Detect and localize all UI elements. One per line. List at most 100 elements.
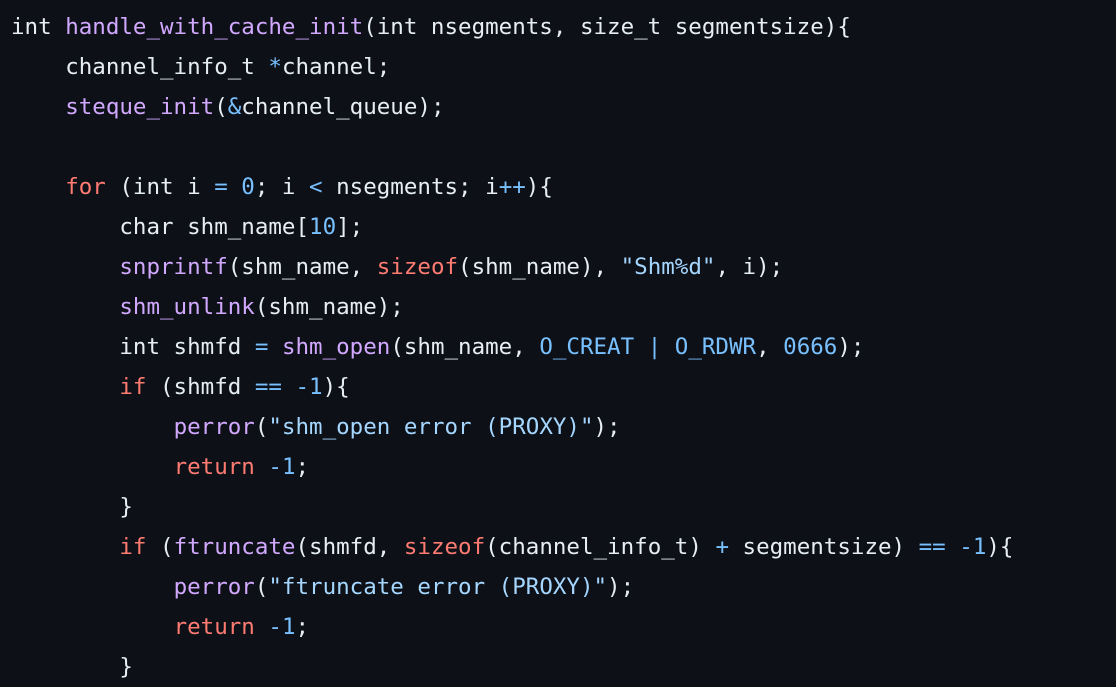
code-function: snprintf <box>119 254 228 280</box>
code-function: shm_unlink <box>119 294 255 320</box>
code-string: "shm_open error (PROXY)" <box>268 414 594 440</box>
code-line: perror("shm_open error (PROXY)"); <box>11 407 1116 447</box>
code-function: perror <box>173 414 255 440</box>
code-text: (channel_info_t) <box>485 534 716 560</box>
code-text: ]; <box>336 214 364 240</box>
code-text: (shm_name); <box>254 294 404 320</box>
code-text: ; i <box>254 174 310 200</box>
code-text: } <box>119 654 133 680</box>
code-text: , <box>756 334 784 360</box>
code-line: perror("ftruncate error (PROXY)"); <box>11 567 1116 607</box>
code-function: shm_open <box>281 334 391 360</box>
code-number: 0 <box>241 174 255 200</box>
code-number: 1 <box>281 454 296 480</box>
code-text: ; <box>295 614 310 640</box>
code-text: nsegments; i <box>322 174 499 200</box>
code-operator: - <box>268 454 282 480</box>
code-text: char shm_name[ <box>119 214 310 240</box>
code-editor[interactable]: int handle_with_cache_init(int nsegments… <box>0 0 1116 684</box>
code-string: "Shm%d" <box>620 254 716 280</box>
code-text: channel; <box>281 54 391 80</box>
code-line: return -1; <box>11 607 1116 647</box>
code-text: ( <box>214 94 228 120</box>
code-number: 1 <box>309 374 323 400</box>
code-function: steque_init <box>65 94 215 120</box>
code-text: ); <box>593 414 621 440</box>
code-line: int shmfd = shm_open(shm_name, O_CREAT |… <box>11 327 1116 367</box>
code-function: perror <box>173 574 255 600</box>
code-keyword: sizeof <box>376 254 459 280</box>
code-line: return -1; <box>11 447 1116 487</box>
code-operator: < <box>309 174 323 200</box>
code-keyword: for <box>65 174 106 200</box>
code-line: int handle_with_cache_init(int nsegments… <box>11 7 1116 47</box>
code-text: ){ <box>322 374 350 400</box>
code-operator: & <box>227 94 242 120</box>
code-operator: == <box>254 374 282 400</box>
code-text: segmentsize) <box>728 534 919 560</box>
code-operator: == <box>918 534 946 560</box>
code-line: char shm_name[10]; <box>11 207 1116 247</box>
code-operator: + <box>715 534 729 560</box>
code-text: ); <box>607 574 635 600</box>
code-operator: - <box>268 614 282 640</box>
code-text: ){ <box>986 534 1014 560</box>
code-text: (int nsegments, size_t segmentsize){ <box>363 14 851 40</box>
code-text: ( <box>146 534 174 560</box>
code-number: O_CREAT <box>539 334 635 360</box>
code-operator: ++ <box>498 174 526 200</box>
code-text: ); <box>837 334 865 360</box>
code-text: (shm_name), <box>458 254 621 280</box>
code-string: "ftruncate error (PROXY)" <box>268 574 608 600</box>
code-text: int shmfd <box>119 334 255 360</box>
code-line: if (ftruncate(shmfd, sizeof(channel_info… <box>11 527 1116 567</box>
code-line: for (int i = 0; i < nsegments; i++){ <box>11 167 1116 207</box>
code-operator: | <box>647 334 662 360</box>
code-text: ( <box>254 414 269 440</box>
code-line: snprintf(shm_name, sizeof(shm_name), "Sh… <box>11 247 1116 287</box>
code-block[interactable]: int handle_with_cache_init(int nsegments… <box>11 7 1116 687</box>
code-text: (int i <box>105 174 215 200</box>
code-line: shm_unlink(shm_name); <box>11 287 1116 327</box>
code-line: channel_info_t *channel; <box>11 47 1116 87</box>
code-text: } <box>119 494 133 520</box>
code-text: channel_info_t <box>65 54 269 80</box>
code-line: } <box>11 647 1116 687</box>
code-operator: = <box>214 174 228 200</box>
code-operator: - <box>959 534 973 560</box>
code-line: if (shmfd == -1){ <box>11 367 1116 407</box>
code-text: channel_queue); <box>241 94 445 120</box>
code-keyword: return <box>173 454 255 480</box>
code-text: int <box>11 14 66 40</box>
code-number: 1 <box>972 534 987 560</box>
code-text: , i); <box>715 254 784 280</box>
code-text: (shm_name, <box>227 254 377 280</box>
code-operator: - <box>295 374 310 400</box>
code-text: (shm_name, <box>390 334 540 360</box>
code-keyword: if <box>119 374 147 400</box>
code-operator: = <box>254 334 269 360</box>
code-keyword: sizeof <box>403 534 486 560</box>
code-line: steque_init(&channel_queue); <box>11 87 1116 127</box>
code-function: handle_with_cache_init <box>65 14 364 40</box>
